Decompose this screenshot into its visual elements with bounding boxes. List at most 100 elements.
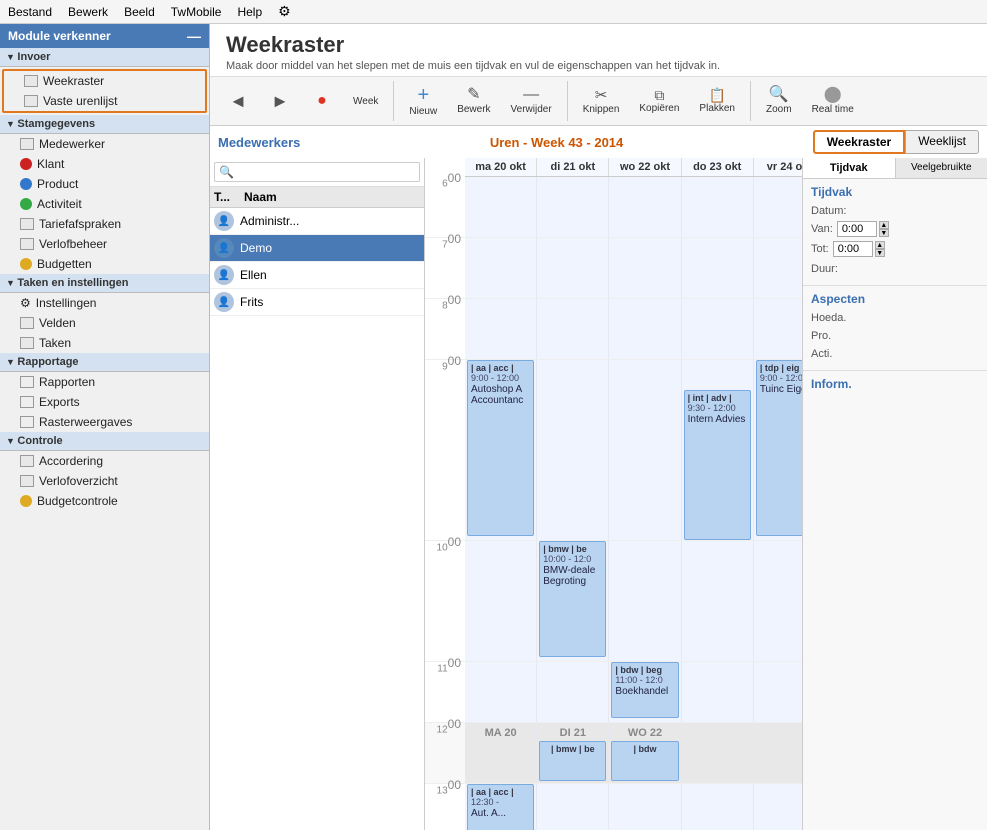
cell-13-1[interactable] bbox=[537, 784, 609, 830]
event-auto-pm[interactable]: | aa | acc | 12:30 - Aut. A... bbox=[467, 784, 534, 830]
tab-weekraster[interactable]: Weekraster bbox=[813, 130, 906, 154]
event-bdw[interactable]: | bdw | beg 11:00 - 12:0 Boekhandel bbox=[611, 662, 678, 718]
cell-9-4[interactable]: | tdp | eig | 9:00 - 12:00 Tuinc Eige bbox=[754, 360, 802, 540]
cell-8-0[interactable] bbox=[465, 299, 537, 359]
event-bdw-2[interactable]: | bdw bbox=[611, 741, 678, 781]
cell-8-3[interactable] bbox=[682, 299, 754, 359]
edit-button[interactable]: ✎ Bewerk bbox=[448, 83, 499, 119]
cell-7-4[interactable] bbox=[754, 238, 802, 298]
cell-12-0[interactable]: MA 20 bbox=[465, 723, 537, 783]
menu-help[interactable]: Help bbox=[237, 5, 262, 19]
zoom-button[interactable]: 🔍 Zoom bbox=[757, 83, 801, 119]
sidebar-section-stamgegevens[interactable]: Stamgegevens bbox=[0, 115, 209, 134]
cell-12-4[interactable] bbox=[754, 723, 802, 783]
employee-row-frits[interactable]: 👤 Frits bbox=[210, 289, 424, 316]
cell-13-0[interactable]: | aa | acc | 12:30 - Aut. A... bbox=[465, 784, 537, 830]
van-input[interactable] bbox=[837, 221, 877, 237]
back-button[interactable]: ◄ bbox=[218, 88, 258, 114]
circle-button[interactable]: ● bbox=[302, 89, 342, 113]
cell-13-3[interactable] bbox=[682, 784, 754, 830]
employee-row-ellen[interactable]: 👤 Ellen bbox=[210, 262, 424, 289]
cell-12-3[interactable] bbox=[682, 723, 754, 783]
cell-10-1[interactable]: | bmw | be 10:00 - 12:0 BMW-deale Begrot… bbox=[537, 541, 609, 661]
menu-bewerk[interactable]: Bewerk bbox=[68, 5, 108, 19]
sidebar-item-klant[interactable]: Klant bbox=[0, 154, 209, 174]
cell-8-4[interactable] bbox=[754, 299, 802, 359]
sidebar-item-tariefafspraken[interactable]: Tariefafspraken bbox=[0, 214, 209, 234]
cell-7-1[interactable] bbox=[537, 238, 609, 298]
sidebar-item-exports[interactable]: Exports bbox=[0, 392, 209, 412]
cell-12-1[interactable]: DI 21 | bmw | be bbox=[537, 723, 609, 783]
tot-down-button[interactable]: ▼ bbox=[875, 249, 885, 257]
sidebar-item-instellingen[interactable]: ⚙ Instellingen bbox=[0, 293, 209, 313]
sidebar-item-activiteit[interactable]: Activiteit bbox=[0, 194, 209, 214]
cell-11-3[interactable] bbox=[682, 662, 754, 722]
cell-6-0[interactable] bbox=[465, 177, 537, 237]
cell-10-4[interactable] bbox=[754, 541, 802, 661]
cell-6-3[interactable] bbox=[682, 177, 754, 237]
tot-up-button[interactable]: ▲ bbox=[875, 241, 885, 249]
employee-row-admin[interactable]: 👤 Administr... bbox=[210, 208, 424, 235]
sidebar-item-accordering[interactable]: Accordering bbox=[0, 451, 209, 471]
sidebar-item-product[interactable]: Product bbox=[0, 174, 209, 194]
tab-tijdvak[interactable]: Tijdvak bbox=[803, 158, 896, 178]
van-down-button[interactable]: ▼ bbox=[879, 229, 889, 237]
menu-beeld[interactable]: Beeld bbox=[124, 5, 155, 19]
sidebar-section-invoer[interactable]: Invoer bbox=[0, 48, 209, 67]
week-button[interactable]: Week bbox=[344, 91, 387, 111]
sidebar-item-velden[interactable]: Velden bbox=[0, 313, 209, 333]
employee-search-input[interactable] bbox=[214, 162, 420, 182]
tot-input[interactable] bbox=[833, 241, 873, 257]
cell-11-1[interactable] bbox=[537, 662, 609, 722]
menu-bestand[interactable]: Bestand bbox=[8, 5, 52, 19]
cell-9-2[interactable] bbox=[609, 360, 681, 540]
event-tdp[interactable]: | tdp | eig | 9:00 - 12:00 Tuinc Eige bbox=[756, 360, 802, 536]
cell-10-0[interactable] bbox=[465, 541, 537, 661]
sidebar-item-taken[interactable]: Taken bbox=[0, 333, 209, 353]
cut-button[interactable]: ✂ Knippen bbox=[574, 84, 629, 119]
cell-13-2[interactable] bbox=[609, 784, 681, 830]
event-bmw[interactable]: | bmw | be 10:00 - 12:0 BMW-deale Begrot… bbox=[539, 541, 606, 657]
sidebar-item-medewerker[interactable]: Medewerker bbox=[0, 134, 209, 154]
event-autoshop[interactable]: | aa | acc | 9:00 - 12:00 Autoshop A Acc… bbox=[467, 360, 534, 536]
employee-row-demo[interactable]: 👤 Demo bbox=[210, 235, 424, 262]
event-intern[interactable]: | int | adv | 9:30 - 12:00 Intern Advies bbox=[684, 390, 751, 540]
tab-veelgebruikte[interactable]: Veelgebruikte bbox=[896, 158, 987, 178]
sidebar-item-budgetten[interactable]: Budgetten bbox=[0, 254, 209, 274]
sidebar-item-rapporten[interactable]: Rapporten bbox=[0, 372, 209, 392]
tab-weeklijst[interactable]: Weeklijst bbox=[905, 130, 979, 154]
cell-11-0[interactable] bbox=[465, 662, 537, 722]
sidebar-section-controle[interactable]: Controle bbox=[0, 432, 209, 451]
sidebar-item-verlofoverzicht[interactable]: Verlofoverzicht bbox=[0, 471, 209, 491]
van-up-button[interactable]: ▲ bbox=[879, 221, 889, 229]
gear-icon[interactable]: ⚙ bbox=[278, 3, 291, 20]
realtime-button[interactable]: ⬤ Real time bbox=[803, 83, 863, 119]
cell-7-3[interactable] bbox=[682, 238, 754, 298]
sidebar-item-weekraster[interactable]: Weekraster bbox=[4, 71, 205, 91]
cell-9-3[interactable]: | int | adv | 9:30 - 12:00 Intern Advies bbox=[682, 360, 754, 540]
cell-11-2[interactable]: | bdw | beg 11:00 - 12:0 Boekhandel bbox=[609, 662, 681, 722]
copy-button[interactable]: ⧉ Kopiëren bbox=[630, 84, 688, 118]
sidebar-item-verlofbeheer[interactable]: Verlofbeheer bbox=[0, 234, 209, 254]
cell-10-2[interactable] bbox=[609, 541, 681, 661]
cell-8-2[interactable] bbox=[609, 299, 681, 359]
sidebar-section-rapportage[interactable]: Rapportage bbox=[0, 353, 209, 372]
cell-12-2[interactable]: WO 22 | bdw bbox=[609, 723, 681, 783]
cell-9-0[interactable]: | aa | acc | 9:00 - 12:00 Autoshop A Acc… bbox=[465, 360, 537, 540]
cell-6-4[interactable] bbox=[754, 177, 802, 237]
new-button[interactable]: + Nieuw bbox=[400, 81, 446, 121]
cell-6-2[interactable] bbox=[609, 177, 681, 237]
cell-8-1[interactable] bbox=[537, 299, 609, 359]
cell-9-1[interactable] bbox=[537, 360, 609, 540]
paste-button[interactable]: 📋 Plakken bbox=[690, 84, 744, 118]
cell-11-4[interactable] bbox=[754, 662, 802, 722]
cell-13-4[interactable] bbox=[754, 784, 802, 830]
cell-7-0[interactable] bbox=[465, 238, 537, 298]
sidebar-section-taken[interactable]: Taken en instellingen bbox=[0, 274, 209, 293]
cell-6-1[interactable] bbox=[537, 177, 609, 237]
cell-7-2[interactable] bbox=[609, 238, 681, 298]
event-bmw-2[interactable]: | bmw | be bbox=[539, 741, 606, 781]
delete-button[interactable]: — Verwijder bbox=[502, 83, 561, 119]
cell-10-3[interactable] bbox=[682, 541, 754, 661]
sidebar-item-vaste-urenlijst[interactable]: Vaste urenlijst bbox=[4, 91, 205, 111]
